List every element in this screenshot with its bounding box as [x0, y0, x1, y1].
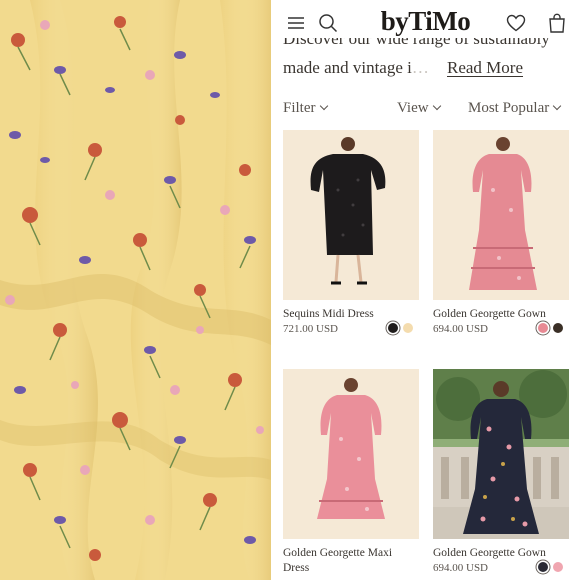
shop-panel: byTiMo Discover our wide range of sustai…: [271, 0, 580, 580]
view-dropdown[interactable]: View: [397, 100, 441, 117]
swatch-navy-floral[interactable]: [538, 562, 548, 572]
product-image[interactable]: [433, 130, 569, 300]
intro-text-line-1: Discover our wide range of sustainably: [283, 38, 550, 48]
filter-toolbar: Filter View Most Popular: [283, 100, 572, 120]
product-card[interactable]: Golden Georgette Gown 694.00 USD: [433, 130, 569, 335]
product-card[interactable]: Sequins Midi Dress 721.00 USD: [283, 130, 419, 335]
product-image[interactable]: [433, 369, 569, 539]
product-name[interactable]: Golden Georgette Gown: [433, 307, 569, 322]
swatch-cream[interactable]: [403, 323, 413, 333]
intro-text-line-2: made and vintage i…: [283, 58, 429, 77]
product-image[interactable]: [283, 369, 419, 539]
swatch-dark-floral[interactable]: [553, 323, 563, 333]
brand-logo[interactable]: byTiMo: [271, 6, 580, 37]
chevron-down-icon: [319, 101, 328, 111]
color-swatches: [538, 323, 563, 333]
swatch-pink[interactable]: [553, 562, 563, 572]
product-name[interactable]: Golden Georgette Maxi Dress: [283, 546, 419, 576]
filter-dropdown[interactable]: Filter: [283, 100, 328, 117]
swatch-black[interactable]: [388, 323, 398, 333]
product-name[interactable]: Sequins Midi Dress: [283, 307, 419, 322]
sort-dropdown[interactable]: Most Popular: [468, 100, 562, 117]
heart-icon[interactable]: [503, 10, 529, 36]
product-card[interactable]: Golden Georgette Maxi Dress: [283, 369, 419, 576]
swatch-pink[interactable]: [538, 323, 548, 333]
product-image[interactable]: [283, 130, 419, 300]
read-more-link[interactable]: Read More: [447, 58, 523, 78]
color-swatches: [388, 323, 413, 333]
chevron-down-icon: [553, 101, 562, 111]
chevron-down-icon: [432, 101, 441, 111]
product-name[interactable]: Golden Georgette Gown: [433, 546, 569, 561]
color-swatches: [538, 562, 563, 572]
product-card[interactable]: Golden Georgette Gown 694.00 USD: [433, 369, 569, 574]
fabric-photo: [0, 0, 271, 580]
bag-icon[interactable]: [544, 10, 570, 36]
